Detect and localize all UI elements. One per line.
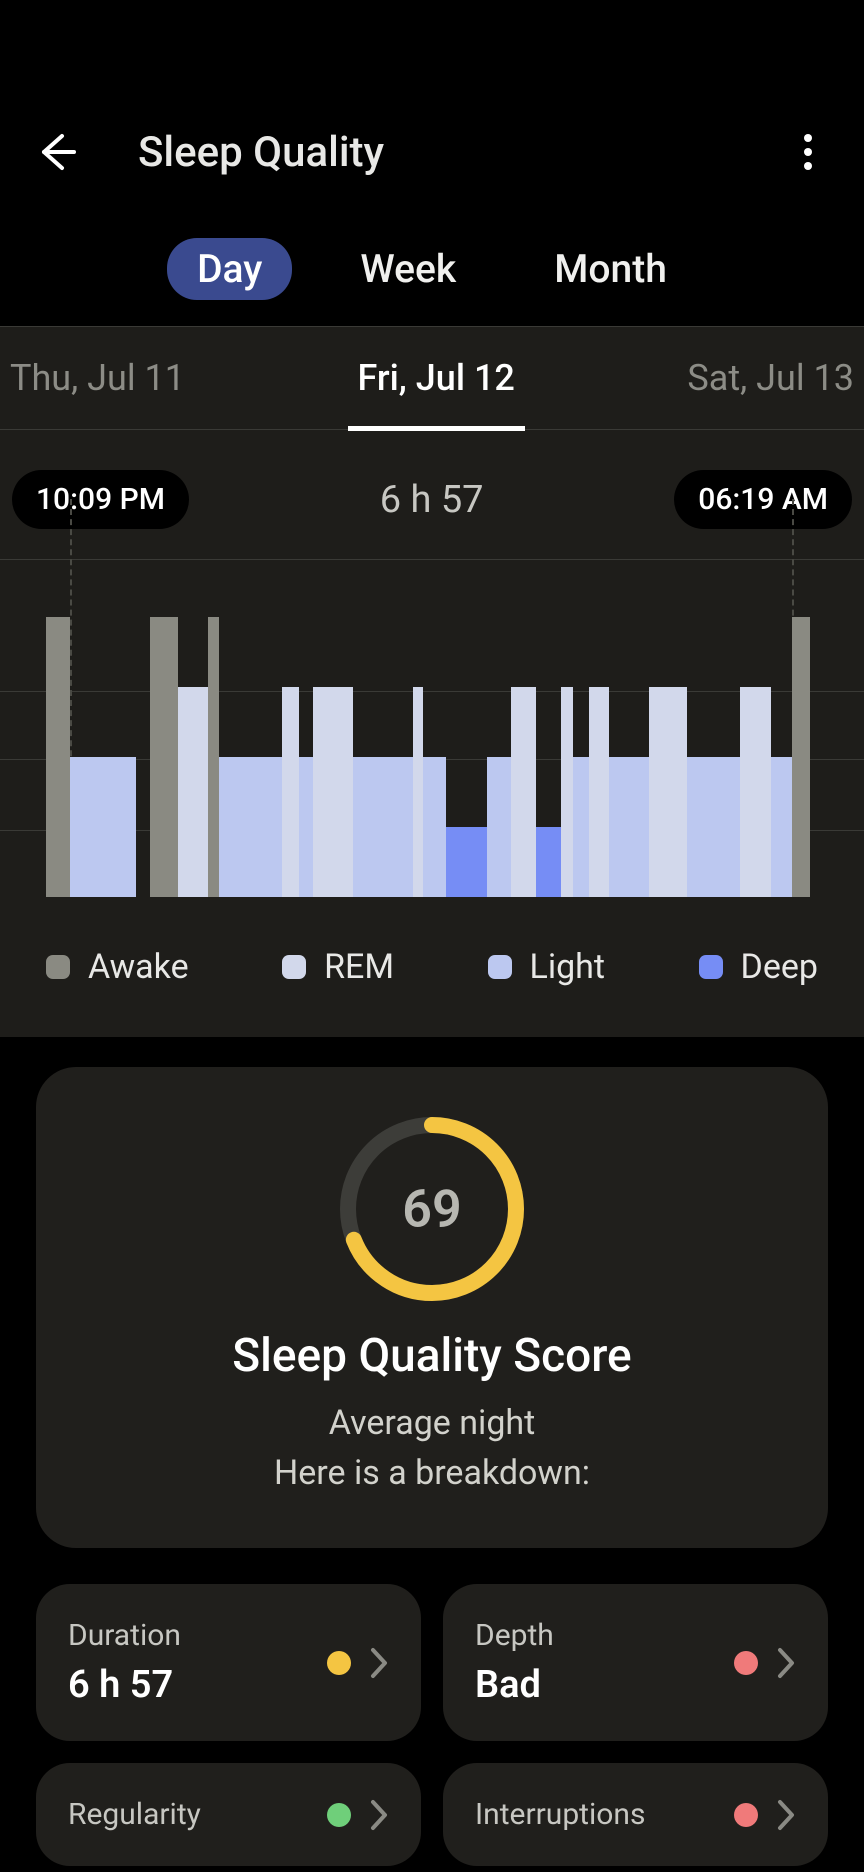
chevron-right-icon (369, 1646, 389, 1680)
chevron-right-icon (776, 1798, 796, 1832)
tab-month[interactable]: Month (524, 238, 697, 300)
sleep-duration: 6 h 57 (380, 478, 484, 522)
tile-duration-label: Duration (68, 1618, 181, 1653)
legend-rem-label: REM (324, 947, 394, 987)
tile-depth-value: Bad (475, 1663, 554, 1707)
legend-awake: Awake (46, 947, 189, 987)
score-subtitle: Average night Here is a breakdown: (66, 1399, 798, 1498)
legend-deep-label: Deep (741, 947, 818, 987)
date-current[interactable]: Fri, Jul 12 (348, 327, 525, 429)
more-icon[interactable] (786, 130, 830, 174)
chart-legend: Awake REM Light Deep (0, 897, 864, 997)
range-tabs: Day Week Month (0, 228, 864, 326)
legend-light: Light (488, 947, 606, 987)
legend-deep: Deep (699, 947, 818, 987)
status-dot-icon (327, 1651, 351, 1675)
sleep-chart-panel: 10:09 PM 6 h 57 06:19 AM Awake REM Light… (0, 430, 864, 1037)
legend-awake-label: Awake (88, 947, 189, 987)
date-next[interactable]: Sat, Jul 13 (677, 357, 864, 399)
score-ring: 69 (332, 1109, 532, 1309)
sleep-stage-chart[interactable] (0, 559, 864, 897)
tile-duration[interactable]: Duration 6 h 57 (36, 1584, 421, 1741)
chevron-right-icon (776, 1646, 796, 1680)
tile-regularity[interactable]: Regularity (36, 1763, 421, 1866)
tile-duration-value: 6 h 57 (68, 1663, 181, 1707)
legend-light-label: Light (530, 947, 606, 987)
sleep-start-time: 10:09 PM (12, 470, 189, 529)
tile-interruptions-label: Interruptions (475, 1797, 645, 1832)
tab-day[interactable]: Day (167, 238, 292, 300)
back-icon[interactable] (34, 130, 78, 174)
status-dot-icon (734, 1803, 758, 1827)
chevron-right-icon (369, 1798, 389, 1832)
tile-regularity-label: Regularity (68, 1797, 201, 1832)
tab-week[interactable]: Week (330, 238, 486, 300)
tile-interruptions[interactable]: Interruptions (443, 1763, 828, 1866)
sleep-end-time: 06:19 AM (674, 470, 852, 529)
legend-rem: REM (282, 947, 394, 987)
score-card[interactable]: 69 Sleep Quality Score Average night Her… (36, 1067, 828, 1548)
tile-depth-label: Depth (475, 1618, 554, 1653)
date-prev[interactable]: Thu, Jul 11 (0, 357, 195, 399)
status-dot-icon (734, 1651, 758, 1675)
score-value: 69 (402, 1179, 461, 1240)
app-header: Sleep Quality (0, 70, 864, 228)
status-dot-icon (327, 1803, 351, 1827)
date-carousel[interactable]: Thu, Jul 11 Fri, Jul 12 Sat, Jul 13 (0, 326, 864, 430)
page-title: Sleep Quality (138, 128, 786, 177)
breakdown-grid: Duration 6 h 57 Depth Bad Regularity (0, 1578, 864, 1872)
score-title: Sleep Quality Score (66, 1329, 798, 1383)
tile-depth[interactable]: Depth Bad (443, 1584, 828, 1741)
